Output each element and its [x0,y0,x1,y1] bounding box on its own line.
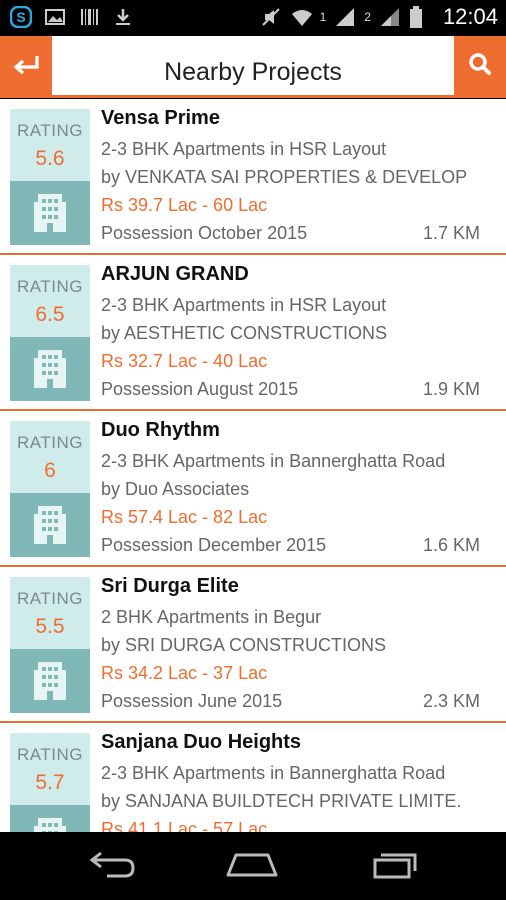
project-type: 2-3 BHK Apartments in Bannerghatta Road [101,763,446,783]
recents-icon [371,849,421,884]
project-name: Sri Durga Elite [101,575,239,597]
skype-icon: S [9,5,33,29]
rating-box: RATING 5.5 [10,577,90,713]
mute-icon [260,6,282,28]
back-button[interactable] [0,36,52,96]
nav-back-button[interactable] [82,850,142,882]
project-card[interactable]: RATING 5.7 Sanjana Duo Heights 2-3 BHK A… [0,723,506,832]
nav-home-button[interactable] [222,850,282,882]
clock: 12:04 [442,4,498,29]
building-icon [32,502,68,549]
building-icon [32,814,68,832]
rating-box: RATING 5.7 [10,733,90,832]
signal-2-icon [379,6,401,28]
project-distance: 1.6 KM [422,535,480,555]
project-possession: Possession June 2015 [101,691,283,711]
project-card[interactable]: RATING 5.6 Vensa Prime 2-3 BHK Apartment… [0,99,506,255]
project-price: Rs 39.7 Lac - 60 Lac [101,195,268,215]
project-builder: by VENKATA SAI PROPERTIES & DEVELOP [101,167,468,187]
download-icon [112,6,134,28]
rating-box: RATING 6.5 [10,265,90,401]
project-possession: Possession December 2015 [101,535,327,555]
rating-value: 5.7 [35,771,65,794]
building-icon [32,346,68,393]
rating-label: RATING [17,589,83,608]
project-price: Rs 34.2 Lac - 37 Lac [101,663,268,683]
project-distance: 2.3 KM [422,691,480,711]
status-left-icons: S [9,5,134,29]
search-button[interactable] [454,36,506,96]
rating-label: RATING [17,121,83,140]
project-price: Rs 32.7 Lac - 40 Lac [101,351,268,371]
status-right-icons: 1 2 12:04 [260,4,498,30]
project-possession: Possession October 2015 [101,223,308,243]
project-builder: by Duo Associates [101,479,250,499]
project-card[interactable]: RATING 6 Duo Rhythm 2-3 BHK Apartments i… [0,411,506,567]
rating-value: 5.5 [35,615,65,638]
project-type: 2 BHK Apartments in Begur [101,607,322,627]
rating-value: 5.6 [35,147,65,170]
project-name: Duo Rhythm [101,419,220,441]
building-icon [32,190,68,237]
page-title: Nearby Projects [164,58,342,86]
rating-label: RATING [17,433,83,452]
project-type: 2-3 BHK Apartments in HSR Layout [101,295,387,315]
barcode-icon [78,6,100,28]
project-builder: by AESTHETIC CONSTRUCTIONS [101,323,388,343]
project-distance: 1.7 KM [422,223,480,243]
battery-icon [409,6,431,28]
app-header: Nearby Projects [0,36,506,98]
rating-box: RATING 5.6 [10,109,90,245]
project-possession: Possession August 2015 [101,379,299,399]
project-price: Rs 57.4 Lac - 82 Lac [101,507,268,527]
sim2-label: 2 [364,10,371,24]
rating-value: 6 [44,459,56,482]
project-name: Vensa Prime [101,107,220,129]
rating-value: 6.5 [35,303,65,326]
svg-text:S: S [16,9,25,25]
rating-label: RATING [17,745,83,764]
signal-1-icon [334,6,356,28]
back-arrow-icon [11,51,41,82]
navigation-bar [0,832,506,900]
project-list[interactable]: RATING 5.6 Vensa Prime 2-3 BHK Apartment… [0,99,506,832]
building-icon [32,658,68,705]
status-bar: S 1 2 12:04 [0,0,506,36]
project-card[interactable]: RATING 6.5 ARJUN GRAND 2-3 BHK Apartment… [0,255,506,411]
rating-box: RATING 6 [10,421,90,557]
rating-label: RATING [17,277,83,296]
back-icon [87,850,137,883]
project-distance: 1.9 KM [422,379,480,399]
project-type: 2-3 BHK Apartments in Bannerghatta Road [101,451,446,471]
project-type: 2-3 BHK Apartments in HSR Layout [101,139,387,159]
search-icon [467,51,493,82]
home-icon [224,849,280,884]
image-icon [44,6,66,28]
wifi-icon [290,6,312,28]
nav-recents-button[interactable] [366,850,426,882]
project-price: Rs 41.1 Lac - 57 Lac [101,819,268,832]
project-builder: by SRI DURGA CONSTRUCTIONS [101,635,387,655]
project-builder: by SANJANA BUILDTECH PRIVATE LIMITE. [101,791,462,811]
project-name: ARJUN GRAND [101,263,249,285]
project-name: Sanjana Duo Heights [101,731,302,753]
project-card[interactable]: RATING 5.5 Sri Durga Elite 2 BHK Apartme… [0,567,506,723]
sim1-label: 1 [319,10,327,24]
